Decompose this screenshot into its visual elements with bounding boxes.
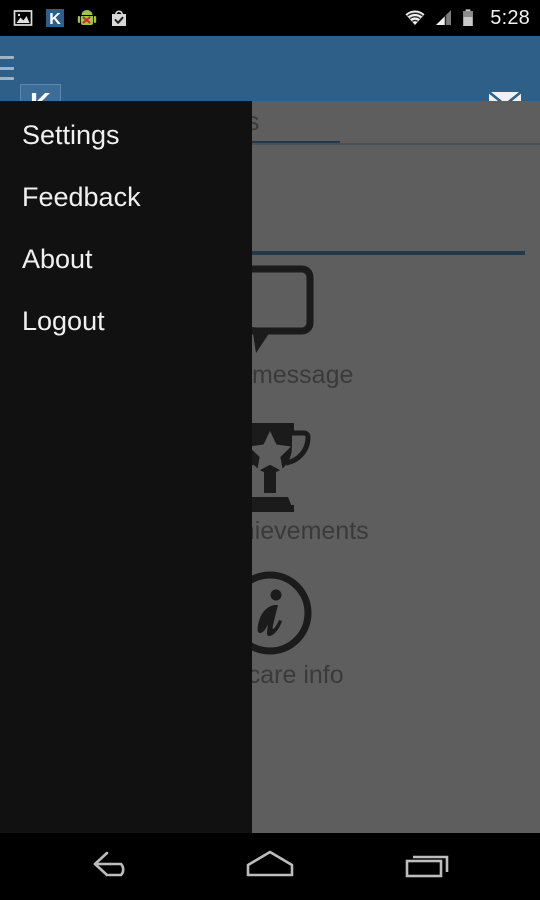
play-store-icon <box>108 7 130 29</box>
android-error-icon <box>76 7 98 29</box>
gallery-icon <box>12 7 34 29</box>
app-k-icon: K <box>44 7 66 29</box>
drawer-item-settings[interactable]: Settings <box>22 115 232 155</box>
system-navigation-bar <box>0 833 540 900</box>
nav-recents-button[interactable] <box>338 833 518 900</box>
nav-home-button[interactable] <box>180 833 360 900</box>
drawer-item-about[interactable]: About <box>22 239 232 279</box>
svg-text:K: K <box>49 11 61 28</box>
status-bar-system-icons: 5:28 <box>403 7 530 30</box>
status-bar-clock: 5:28 <box>490 6 530 29</box>
navigation-drawer: Settings Feedback About Logout <box>0 101 252 833</box>
drawer-item-feedback[interactable]: Feedback <box>22 177 232 217</box>
battery-icon <box>461 7 483 29</box>
signal-icon <box>432 7 454 29</box>
back-arrow-icon <box>87 847 137 886</box>
home-icon <box>240 847 300 886</box>
recents-icon <box>401 847 455 886</box>
drawer-item-logout[interactable]: Logout <box>22 301 232 341</box>
status-bar: K 5:28 <box>0 0 540 36</box>
hamburger-menu-icon[interactable] <box>0 56 14 80</box>
status-bar-notification-icons: K <box>0 7 130 29</box>
wifi-icon <box>403 7 425 29</box>
app-bar: K <box>0 36 540 125</box>
device-screen: K 5:28 Send message Big achievements Day… <box>0 0 540 900</box>
nav-back-button[interactable] <box>22 833 202 900</box>
